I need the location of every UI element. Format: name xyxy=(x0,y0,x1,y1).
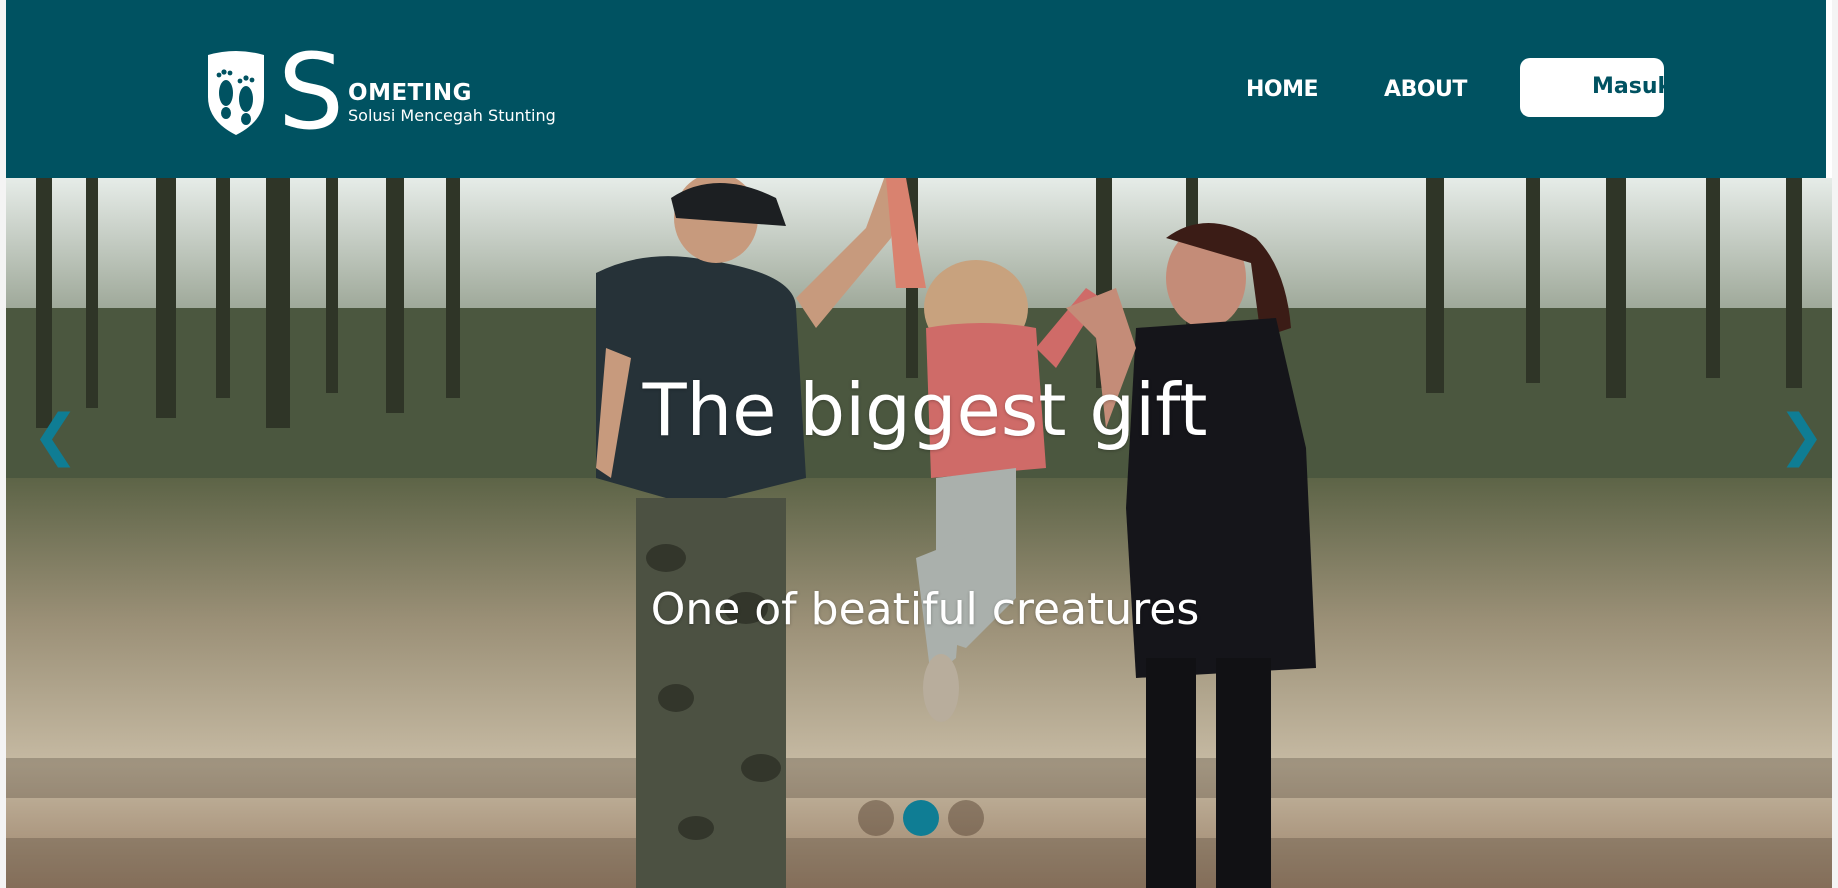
footprints-shield-icon xyxy=(208,51,264,135)
nav-about-link[interactable]: ABOUT xyxy=(1384,77,1467,102)
carousel-indicators xyxy=(858,800,993,836)
login-button-label: Masuk xyxy=(1592,74,1664,99)
brand-name: OMETING xyxy=(348,80,473,106)
brand-text: OMETING Solusi Mencegah Stunting xyxy=(348,80,556,126)
brand-tagline: Solusi Mencegah Stunting xyxy=(348,106,556,125)
brand-initial: S xyxy=(278,31,345,153)
brand-logo[interactable]: S OMETING Solusi Mencegah Stunting xyxy=(200,31,556,153)
hero-title: The biggest gift xyxy=(642,368,1208,452)
nav-home-link[interactable]: HOME xyxy=(1246,77,1319,102)
navbar: S OMETING Solusi Mencegah Stunting HOME … xyxy=(6,0,1832,178)
chevron-right-icon[interactable]: ❯ xyxy=(1778,406,1825,466)
carousel-dot-1[interactable] xyxy=(858,800,894,836)
hero-family-photo xyxy=(6,178,1832,888)
scrollbar-edge xyxy=(1826,0,1832,178)
login-button[interactable]: Masuk xyxy=(1520,58,1664,117)
hero-carousel: The biggest gift One of beatiful creatur… xyxy=(6,178,1832,888)
carousel-dot-2[interactable] xyxy=(903,800,939,836)
hero-subtitle: One of beatiful creatures xyxy=(650,584,1200,635)
nav-links: HOME ABOUT xyxy=(1246,0,1533,178)
page: S OMETING Solusi Mencegah Stunting HOME … xyxy=(6,0,1832,888)
chevron-left-icon[interactable]: ❮ xyxy=(32,406,79,466)
carousel-dot-3[interactable] xyxy=(948,800,984,836)
